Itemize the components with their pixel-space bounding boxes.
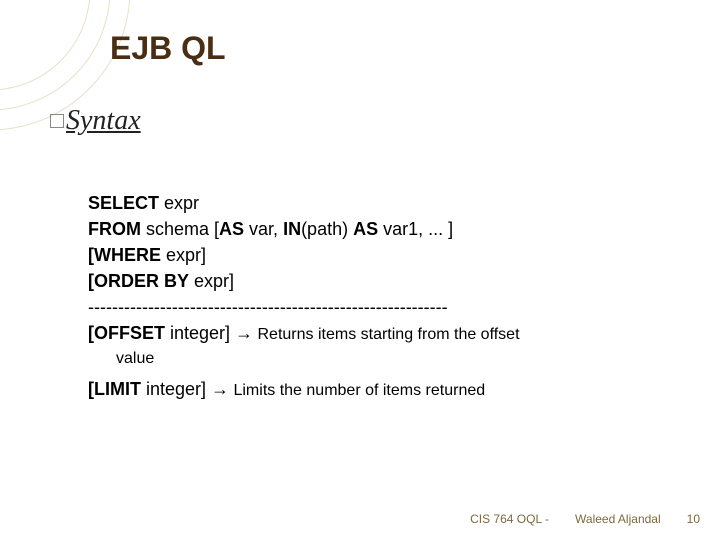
syntax-from-line: FROM schema [AS var, IN(path) AS var1, .…	[88, 216, 680, 242]
keyword-in: IN	[283, 219, 301, 239]
text-from-3: (path)	[301, 219, 353, 239]
divider-dashes: ----------------------------------------…	[88, 294, 680, 320]
syntax-orderby-line: [ORDER BY expr]	[88, 268, 680, 294]
text-offset-mid: integer]	[165, 323, 235, 343]
keyword-select: SELECT	[88, 193, 159, 213]
keyword-as-1: AS	[219, 219, 244, 239]
text-select-expr: expr	[159, 193, 199, 213]
syntax-offset-cont: value	[88, 347, 680, 370]
text-from-2: var,	[244, 219, 283, 239]
syntax-where-line: [WHERE expr]	[88, 242, 680, 268]
text-offset-desc: Returns items starting from the offset	[253, 326, 519, 343]
syntax-body: SELECT expr FROM schema [AS var, IN(path…	[88, 190, 680, 402]
slide-footer: CIS 764 OQL - Waleed Aljandal 10	[470, 512, 700, 526]
keyword-as-2: AS	[353, 219, 378, 239]
syntax-select-line: SELECT expr	[88, 190, 680, 216]
keyword-where: [WHERE	[88, 245, 161, 265]
section-heading-text: Syntax	[66, 105, 141, 136]
keyword-orderby: [ORDER BY	[88, 271, 189, 291]
section-heading: Syntax	[50, 105, 141, 137]
text-limit-mid: integer]	[141, 379, 211, 399]
text-from-4: var1, ... ]	[378, 219, 453, 239]
keyword-offset: [OFFSET	[88, 323, 165, 343]
text-limit-desc: Limits the number of items returned	[229, 382, 485, 399]
footer-course: CIS 764 OQL -	[470, 512, 549, 526]
syntax-limit-line: [LIMIT integer] → Limits the number of i…	[88, 376, 680, 402]
text-where-expr: expr]	[161, 245, 206, 265]
footer-page-number: 10	[687, 512, 700, 526]
keyword-from: FROM	[88, 219, 141, 239]
footer-author: Waleed Aljandal	[575, 512, 661, 526]
text-from-1: schema [	[141, 219, 219, 239]
text-orderby-expr: expr]	[189, 271, 234, 291]
arrow-icon: →	[235, 323, 253, 343]
keyword-limit: [LIMIT	[88, 379, 141, 399]
slide-title: EJB QL	[110, 30, 226, 67]
syntax-offset-line: [OFFSET integer] → Returns items startin…	[88, 320, 680, 346]
arrow-icon: →	[211, 379, 229, 399]
bullet-box-icon	[50, 114, 64, 128]
